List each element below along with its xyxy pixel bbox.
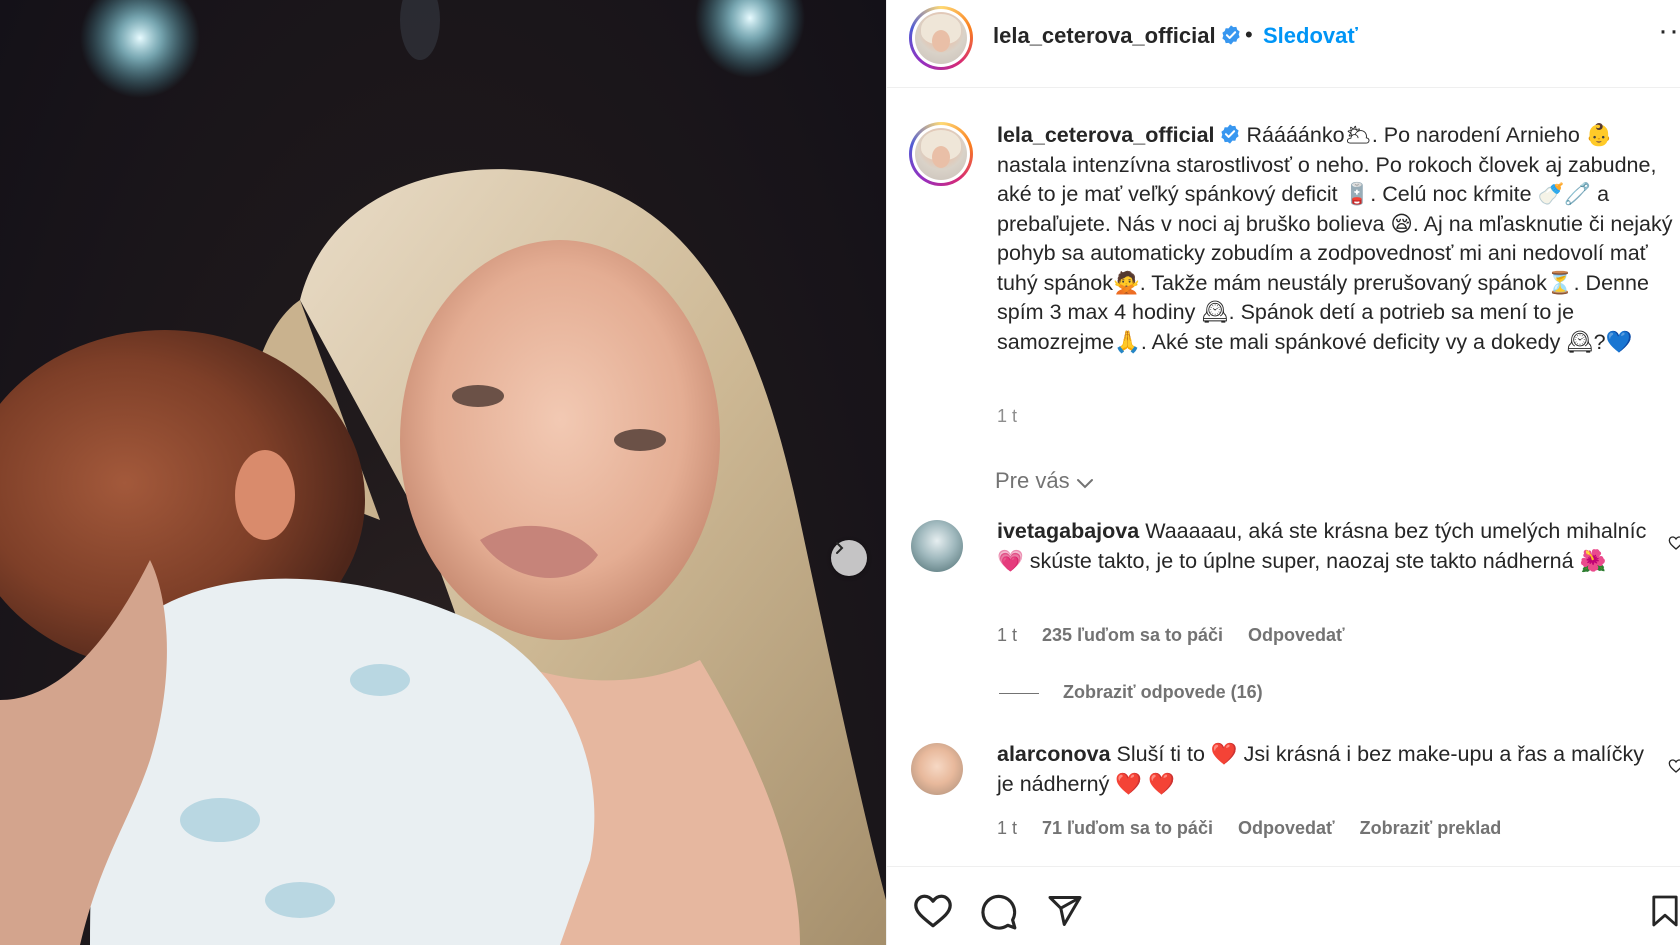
post-header: lela_ceterova_official • Sledovať ··· (887, 0, 1680, 88)
translate-button[interactable]: Zobraziť preklad (1360, 818, 1502, 838)
comment-reply-button[interactable]: Odpovedať (1238, 818, 1335, 838)
chevron-down-icon (1076, 479, 1093, 489)
author-username[interactable]: lela_ceterova_official (993, 23, 1216, 48)
author-username-link[interactable]: lela_ceterova_official (993, 23, 1242, 49)
comment-likes-count[interactable]: 71 ľuďom sa to páči (1042, 818, 1213, 838)
comment-sort-dropdown[interactable]: Pre vás (995, 468, 1094, 494)
comment-reply-button[interactable]: Odpovedať (1248, 625, 1345, 645)
verified-badge-icon (1220, 124, 1239, 144)
commenter-username[interactable]: ivetagabajova (997, 519, 1139, 543)
comment-meta: 1 t 71 ľuďom sa to páči Odpovedať Zobraz… (997, 818, 1521, 839)
replies-divider-line (999, 692, 1039, 694)
heart-icon[interactable] (913, 893, 953, 929)
view-replies-button[interactable]: Zobraziť odpovede (16) (999, 682, 1263, 703)
comment-likes-count[interactable]: 235 ľuďom sa to páči (1042, 625, 1223, 645)
next-photo-button[interactable] (831, 540, 867, 576)
comment-meta: 1 t 235 ľuďom sa to páči Odpovedať (997, 625, 1365, 646)
author-avatar[interactable] (909, 6, 973, 70)
post-details-panel: lela_ceterova_official • Sledovať ··· le… (886, 0, 1680, 945)
caption-username[interactable]: lela_ceterova_official (997, 123, 1215, 147)
post-caption: lela_ceterova_official Ráááánko🌥. Po nar… (997, 121, 1680, 357)
commenter-username[interactable]: alarconova (997, 742, 1111, 766)
post-actions-bar (887, 866, 1680, 945)
post-photo (0, 0, 886, 945)
photo-illustration (0, 0, 886, 945)
send-icon[interactable] (1045, 893, 1085, 929)
follow-button[interactable]: Sledovať (1263, 23, 1358, 49)
comment: alarconova Sluší ti to ❤️ Jsi krásná i b… (997, 740, 1647, 799)
commenter-avatar[interactable] (911, 743, 963, 795)
comment-like-heart-icon[interactable] (1668, 535, 1680, 551)
verified-badge-icon (1221, 25, 1240, 45)
comment-like-heart-icon[interactable] (1668, 758, 1680, 774)
separator-dot: • (1245, 22, 1253, 47)
comment-sort-label: Pre vás (995, 468, 1070, 493)
chevron-right-icon (836, 542, 844, 554)
comment-timestamp[interactable]: 1 t (997, 818, 1017, 838)
comment-icon[interactable] (979, 893, 1019, 931)
view-replies-label: Zobraziť odpovede (16) (1063, 682, 1263, 702)
comment: ivetagabajova Waaaaau, aká ste krásna be… (997, 517, 1647, 576)
more-options-button[interactable]: ··· (1658, 14, 1680, 48)
comment-timestamp[interactable]: 1 t (997, 625, 1017, 645)
caption-text: Ráááánko🌥. Po narodení Arnieho 👶 nastala… (997, 123, 1673, 354)
commenter-avatar[interactable] (911, 520, 963, 572)
bookmark-icon[interactable] (1651, 893, 1679, 929)
caption-author-avatar[interactable] (909, 122, 973, 186)
caption-timestamp[interactable]: 1 t (997, 406, 1017, 427)
